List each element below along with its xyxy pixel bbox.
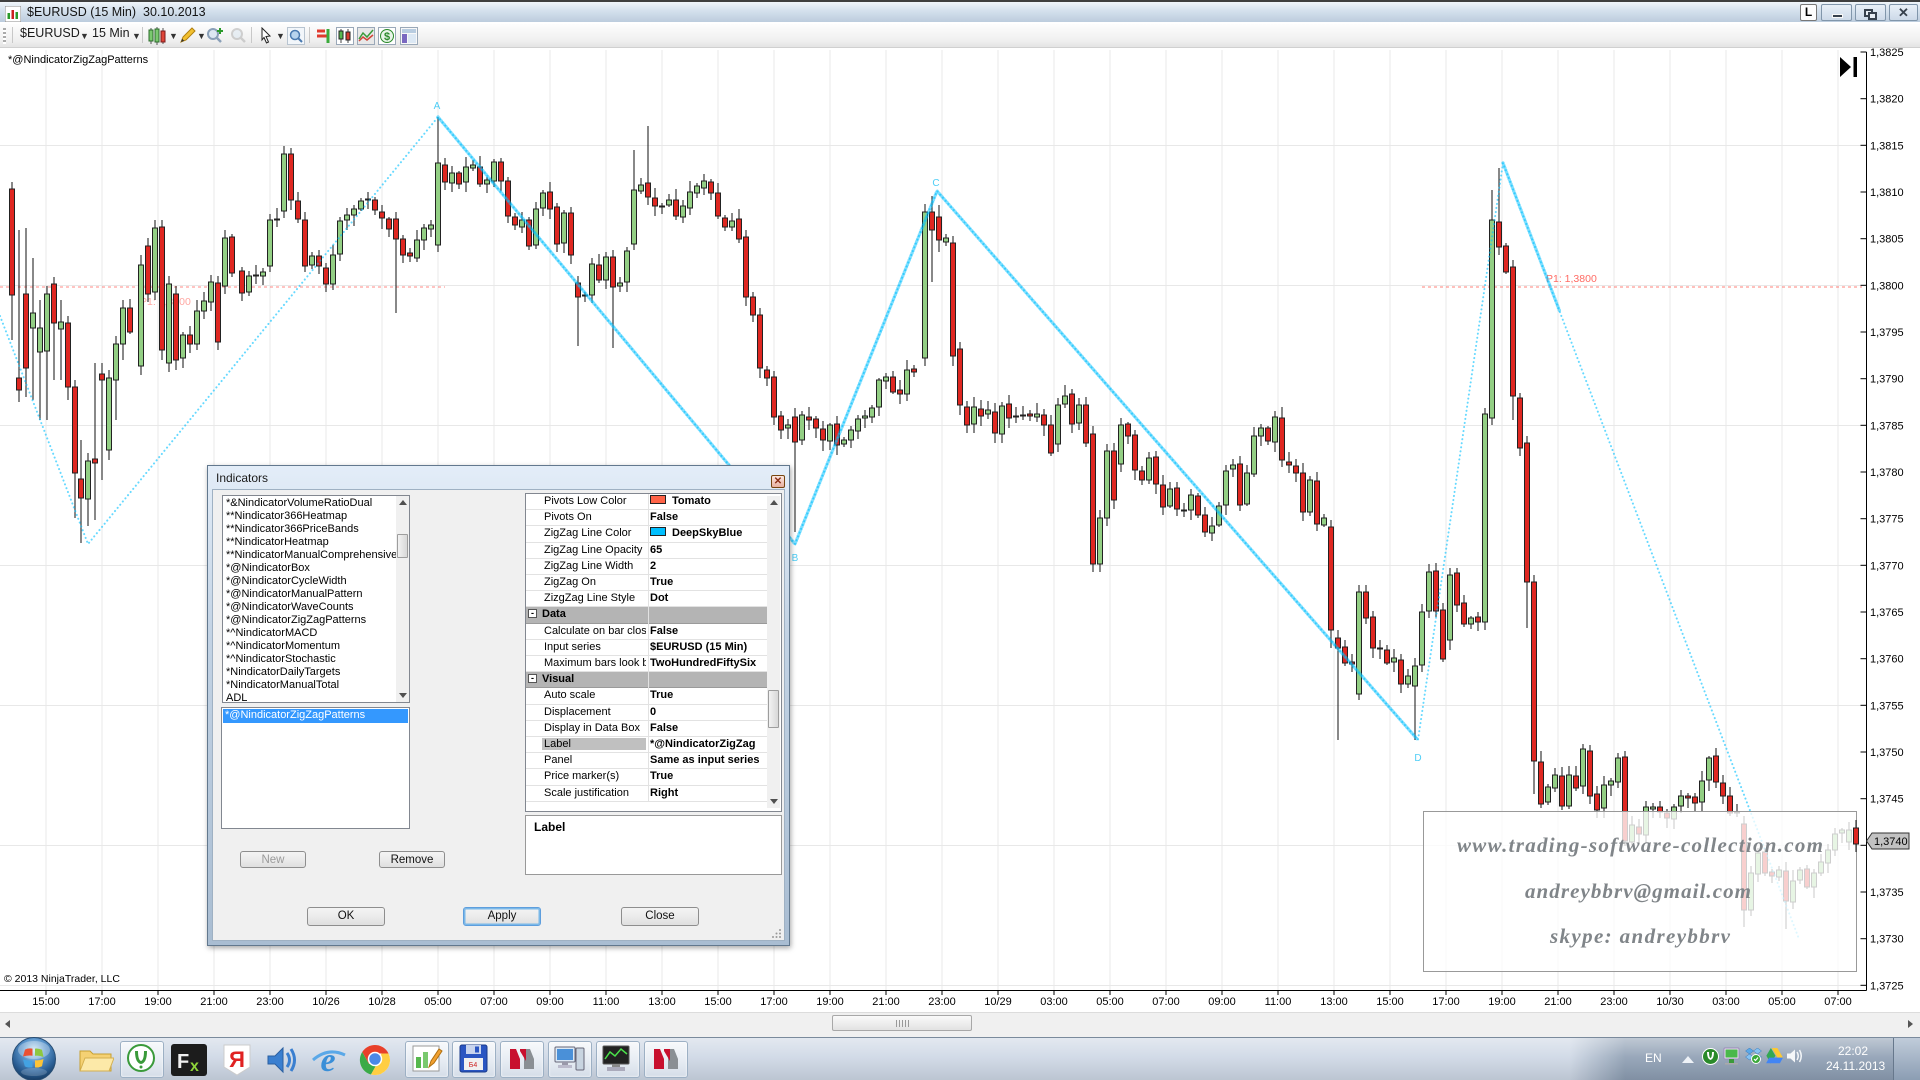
svg-text:19:00: 19:00	[144, 996, 172, 1008]
svg-text:21:00: 21:00	[872, 996, 900, 1008]
svg-text:1,3805: 1,3805	[1870, 234, 1904, 246]
svg-text:e: e	[320, 1043, 335, 1077]
svg-text:10/30: 10/30	[1656, 996, 1684, 1008]
svg-text:11:00: 11:00	[593, 996, 620, 1008]
svg-text:1,3750: 1,3750	[1870, 747, 1904, 759]
svg-text:P1: 1,3800: P1: 1,3800	[1546, 273, 1597, 285]
svg-text:$: $	[384, 31, 390, 43]
svg-text:1,3775: 1,3775	[1870, 514, 1904, 526]
svg-text:05:00: 05:00	[1768, 996, 1796, 1008]
svg-text:10/26: 10/26	[312, 996, 340, 1008]
svg-text:15:00: 15:00	[32, 996, 60, 1008]
svg-text:03:00: 03:00	[1040, 996, 1068, 1008]
svg-text:1,3825: 1,3825	[1870, 47, 1904, 59]
svg-text:07:00: 07:00	[1824, 996, 1852, 1008]
svg-text:19:00: 19:00	[1488, 996, 1516, 1008]
svg-text:03:00: 03:00	[1712, 996, 1740, 1008]
svg-text:1,3815: 1,3815	[1870, 140, 1904, 152]
svg-text:21:00: 21:00	[1544, 996, 1572, 1008]
svg-text:23:00: 23:00	[928, 996, 956, 1008]
svg-text:15:00: 15:00	[1376, 996, 1404, 1008]
svg-text:C: C	[932, 178, 939, 189]
svg-text:D: D	[1414, 753, 1421, 764]
svg-text:19:00: 19:00	[816, 996, 844, 1008]
svg-text:*@NindicatorZigZagPatterns: *@NindicatorZigZagPatterns	[8, 54, 149, 66]
svg-text:F: F	[177, 1051, 189, 1073]
svg-text:1,3810: 1,3810	[1870, 187, 1904, 199]
svg-text:10/28: 10/28	[368, 996, 396, 1008]
svg-text:skype: andreybbrv: skype: andreybbrv	[1549, 924, 1731, 948]
svg-text:© 2013 NinjaTrader, LLC: © 2013 NinjaTrader, LLC	[4, 973, 120, 985]
svg-text:1,3760: 1,3760	[1870, 654, 1904, 666]
svg-text:05:00: 05:00	[424, 996, 452, 1008]
svg-text:07:00: 07:00	[1152, 996, 1180, 1008]
svg-text:1,3765: 1,3765	[1870, 607, 1904, 619]
svg-text:13:00: 13:00	[648, 996, 676, 1008]
svg-text:1,3770: 1,3770	[1870, 560, 1904, 572]
svg-text:1,3725: 1,3725	[1870, 980, 1904, 992]
svg-text:07:00: 07:00	[480, 996, 508, 1008]
svg-text:1,3735: 1,3735	[1870, 887, 1904, 899]
svg-text:1,3785: 1,3785	[1870, 420, 1904, 432]
svg-text:09:00: 09:00	[1208, 996, 1236, 1008]
svg-text:1,3745: 1,3745	[1870, 794, 1904, 806]
svg-text:17:00: 17:00	[1432, 996, 1460, 1008]
svg-text:1,3755: 1,3755	[1870, 700, 1904, 712]
svg-text:1,3800: 1,3800	[1870, 280, 1904, 292]
svg-text:17:00: 17:00	[88, 996, 116, 1008]
svg-text:05:00: 05:00	[1096, 996, 1124, 1008]
svg-text:A: A	[434, 101, 441, 112]
svg-text:B: B	[792, 553, 799, 564]
svg-text:Я: Я	[229, 1047, 245, 1072]
svg-text:www.trading-software-collectio: www.trading-software-collection.com	[1457, 833, 1823, 857]
svg-text:Б4: Б4	[469, 1062, 478, 1069]
svg-text:09:00: 09:00	[536, 996, 564, 1008]
svg-text:15:00: 15:00	[704, 996, 732, 1008]
svg-text:x: x	[190, 1058, 199, 1075]
svg-text:1,3730: 1,3730	[1870, 934, 1904, 946]
svg-text:23:00: 23:00	[256, 996, 284, 1008]
svg-text:13:00: 13:00	[1320, 996, 1348, 1008]
svg-text:1,3780: 1,3780	[1870, 467, 1904, 479]
svg-text:1,3790: 1,3790	[1870, 374, 1904, 386]
svg-text:10/29: 10/29	[984, 996, 1012, 1008]
svg-text:1,3795: 1,3795	[1870, 327, 1904, 339]
svg-text:21:00: 21:00	[200, 996, 228, 1008]
svg-text:1,3820: 1,3820	[1870, 94, 1904, 106]
svg-text:23:00: 23:00	[1600, 996, 1628, 1008]
svg-text:andreybbrv@gmail.com: andreybbrv@gmail.com	[1525, 879, 1751, 903]
svg-text:11:00: 11:00	[1265, 996, 1292, 1008]
svg-text:17:00: 17:00	[760, 996, 788, 1008]
svg-text:1,3740: 1,3740	[1874, 836, 1908, 848]
